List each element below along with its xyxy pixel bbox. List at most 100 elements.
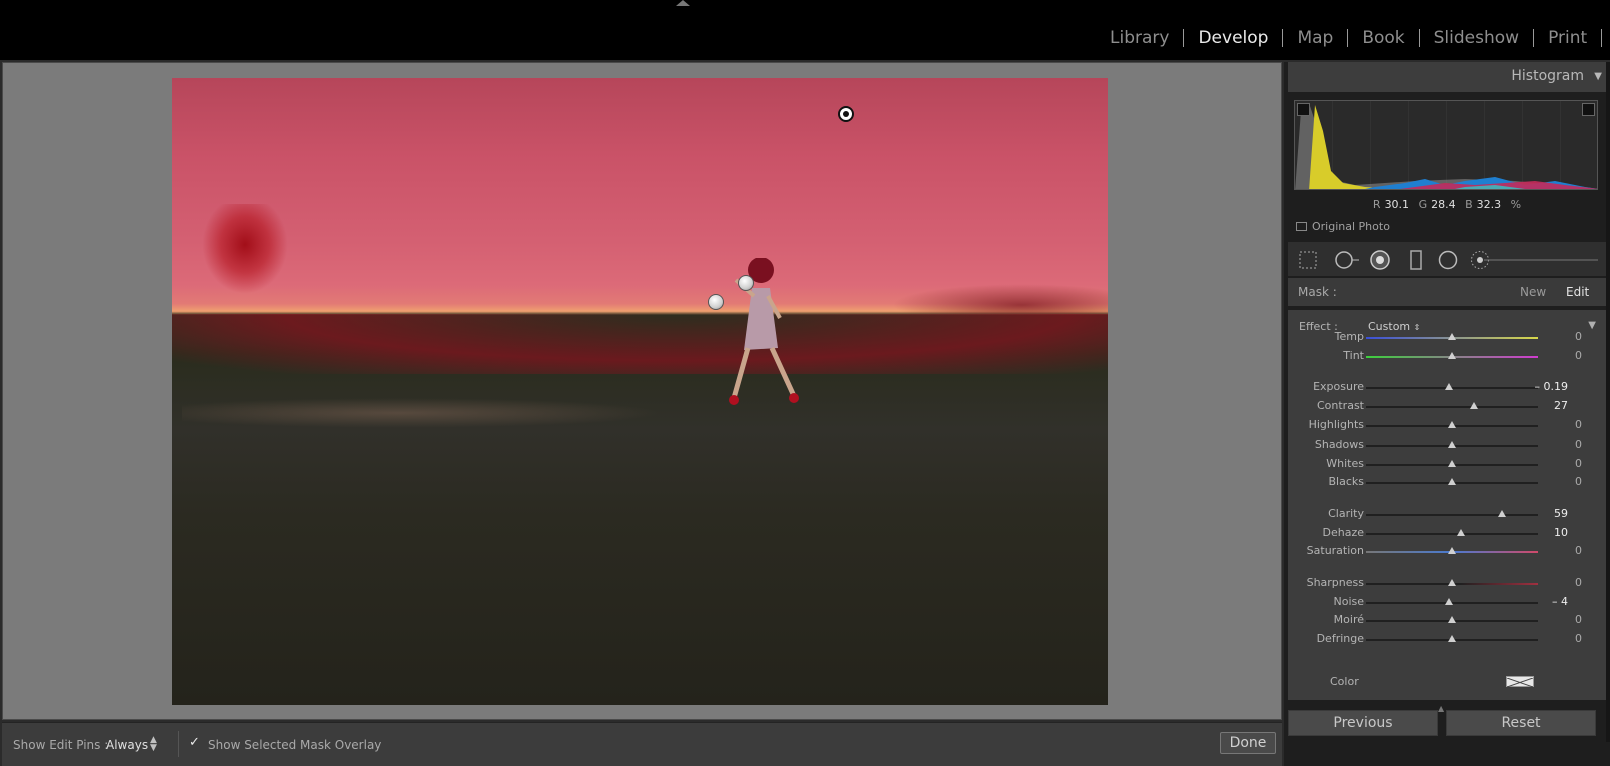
slider-value[interactable]: 0 [1575,632,1582,645]
color-swatch[interactable] [1506,676,1534,688]
slider-label: Sharpness [1306,576,1364,589]
slider-value[interactable]: 0 [1575,438,1582,451]
b-value: 32.3 [1476,198,1502,211]
slider-thumb[interactable] [1448,441,1456,448]
slider-label: Tint [1343,349,1364,362]
crop-overlay-icon[interactable] [1298,250,1318,270]
slider-defringe: Defringe 0 [1288,632,1606,648]
slider-track[interactable] [1366,402,1538,409]
slider-thumb[interactable] [1448,460,1456,467]
slider-value[interactable]: 0 [1575,457,1582,470]
slider-thumb[interactable] [1448,635,1456,642]
treeline [892,284,1108,314]
done-button[interactable]: Done [1220,732,1276,754]
adjustment-brush-icon[interactable] [1470,250,1600,270]
original-photo-toggle[interactable]: Original Photo [1296,220,1390,233]
original-photo-checkbox[interactable] [1296,222,1307,231]
module-map[interactable]: Map [1283,28,1347,48]
slider-highlights: Highlights 0 [1288,418,1606,434]
module-book[interactable]: Book [1348,28,1418,48]
module-develop[interactable]: Develop [1184,28,1282,48]
slider-track[interactable] [1366,333,1538,340]
slider-label: Temp [1334,330,1364,343]
slider-value[interactable]: 10 [1540,526,1582,539]
slider-label: Saturation [1306,544,1364,557]
slider-track[interactable] [1366,635,1538,642]
slider-thumb[interactable] [1444,598,1453,605]
collapse-triangle-icon[interactable]: ▼ [1594,71,1602,82]
slider-thumb[interactable] [1448,421,1456,428]
slider-track[interactable] [1366,352,1538,359]
mud-patch [182,398,662,428]
module-we[interactable]: We [1602,28,1610,48]
edit-pin[interactable] [708,294,724,310]
slider-value[interactable]: 0 [1575,613,1582,626]
slider-value[interactable]: – 0.19 [1521,380,1583,393]
edit-pin[interactable] [738,275,754,291]
shadow-clipping-toggle[interactable] [1297,103,1310,116]
panel-scrollbar[interactable] [1606,62,1610,742]
slider-track[interactable] [1366,598,1538,605]
slider-track[interactable] [1366,460,1538,467]
color-row: Color [1288,675,1606,691]
slider-label: Whites [1326,457,1364,470]
slider-value[interactable]: 0 [1575,349,1582,362]
slider-thumb[interactable] [1448,579,1456,586]
slider-value[interactable]: – 4 [1538,595,1582,608]
slider-track[interactable] [1366,510,1538,517]
histogram-graph[interactable] [1294,100,1598,190]
spot-removal-icon[interactable] [1334,250,1360,270]
slider-track[interactable] [1366,529,1538,536]
slider-track[interactable] [1366,547,1538,554]
color-label: Color [1330,675,1359,688]
slider-value[interactable]: 0 [1575,418,1582,431]
module-library[interactable]: Library [1096,28,1183,48]
slider-value[interactable]: 0 [1575,475,1582,488]
slider-track[interactable] [1366,441,1538,448]
show-mask-overlay-label[interactable]: Show Selected Mask Overlay [208,738,381,752]
red-eye-icon[interactable] [1370,250,1390,270]
slider-exposure: Exposure – 0.19 [1288,380,1606,396]
histogram-header[interactable]: Histogram ▼ [1288,62,1606,92]
slider-thumb[interactable] [1448,616,1456,623]
module-print[interactable]: Print [1534,28,1601,48]
slider-thumb[interactable] [1448,547,1456,554]
slider-shadows: Shadows 0 [1288,438,1606,454]
slider-track[interactable] [1366,579,1538,586]
module-slideshow[interactable]: Slideshow [1420,28,1533,48]
mask-edit-button[interactable]: Edit [1566,285,1589,299]
overlay-checkbox[interactable]: ✓ [189,736,202,750]
slider-thumb[interactable] [1448,333,1456,340]
slider-value[interactable]: 0 [1575,330,1582,343]
edit-pin-selected[interactable] [838,106,854,122]
toolbar-divider [178,731,179,757]
slider-track[interactable] [1366,383,1538,390]
slider-thumb[interactable] [1448,352,1456,359]
slider-value[interactable]: 59 [1540,507,1582,520]
slider-blacks: Blacks 0 [1288,475,1606,491]
previous-button[interactable]: Previous [1288,710,1438,736]
slider-value[interactable]: 0 [1575,544,1582,557]
slider-thumb[interactable] [1444,383,1453,390]
slider-thumb[interactable] [1456,529,1465,536]
slider-value[interactable]: 0 [1575,576,1582,589]
panel-toggle-arrow-icon[interactable] [676,0,690,6]
slider-thumb[interactable] [1448,478,1456,485]
graduated-filter-icon[interactable] [1406,250,1426,270]
show-edit-pins-dropdown[interactable]: Always [106,738,148,752]
histogram-title: Histogram [1511,68,1584,84]
highlight-clipping-toggle[interactable] [1582,103,1595,116]
slider-label: Exposure [1313,380,1364,393]
photo-preview[interactable] [172,78,1108,705]
slider-track[interactable] [1366,478,1538,485]
reset-button[interactable]: Reset [1446,710,1596,736]
slider-thumb[interactable] [1497,510,1506,517]
radial-filter-icon[interactable] [1438,250,1458,270]
slider-thumb[interactable] [1470,402,1479,409]
slider-track[interactable] [1366,616,1538,623]
b-label: B [1465,198,1473,211]
dropdown-updown-icon[interactable]: ▲ ▼ [150,736,157,753]
mask-new-button[interactable]: New [1520,285,1546,299]
slider-track[interactable] [1366,421,1538,428]
slider-value[interactable]: 27 [1540,399,1582,412]
